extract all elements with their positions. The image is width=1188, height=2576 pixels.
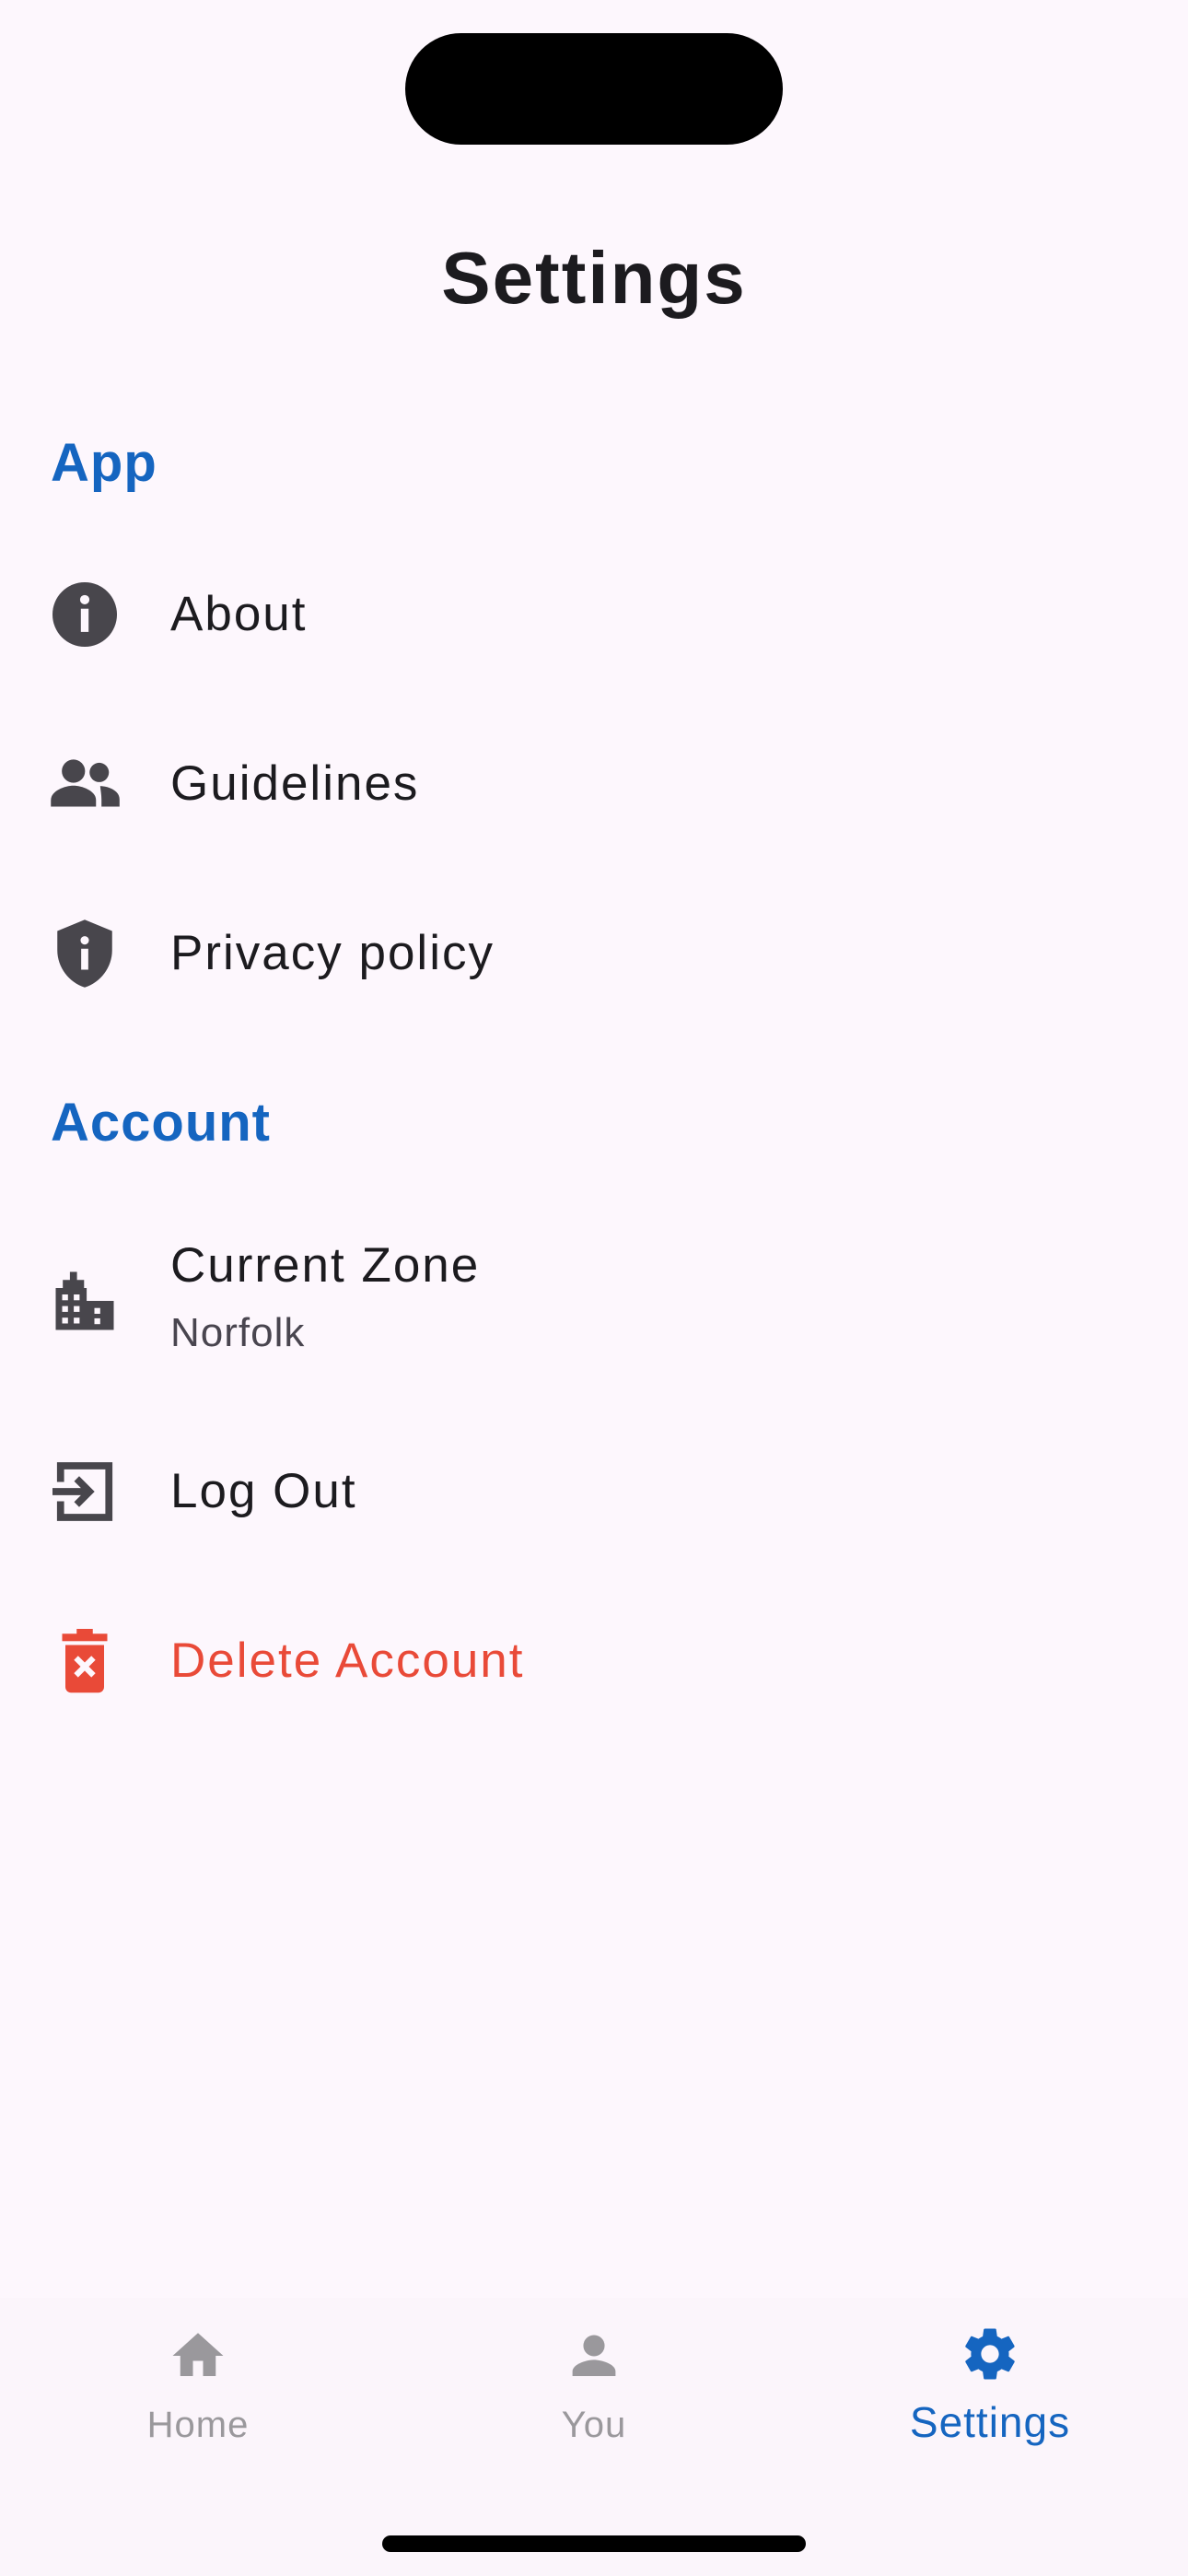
settings-item-delete-account[interactable]: Delete Account (0, 1576, 1188, 1746)
people-icon (46, 745, 123, 823)
dynamic-island (405, 33, 783, 145)
settings-item-label: Log Out (170, 1464, 357, 1518)
page-title: Settings (441, 237, 747, 319)
home-indicator (382, 2535, 806, 2552)
nav-label-settings: Settings (909, 2398, 1071, 2446)
nav-item-you[interactable]: You (396, 2298, 792, 2482)
nav-item-settings[interactable]: Settings (792, 2298, 1188, 2482)
person-icon (564, 2325, 624, 2386)
settings-item-label: About (170, 587, 308, 641)
home-icon (168, 2325, 228, 2386)
nav-item-home[interactable]: Home (0, 2298, 396, 2482)
section-header-app: App (51, 433, 157, 493)
settings-item-label: Delete Account (170, 1633, 525, 1688)
settings-item-current-zone[interactable]: Current Zone Norfolk (0, 1216, 1188, 1386)
settings-item-guidelines[interactable]: Guidelines (0, 699, 1188, 869)
gear-icon (960, 2324, 1020, 2384)
settings-item-label: Privacy policy (170, 926, 495, 980)
trash-x-icon (46, 1622, 123, 1700)
settings-item-log-out[interactable]: Log Out (0, 1407, 1188, 1576)
nav-label-home: Home (146, 2405, 250, 2445)
settings-item-label: Current Zone (170, 1238, 481, 1293)
nav-label-you: You (561, 2405, 627, 2445)
settings-item-privacy-policy[interactable]: Privacy policy (0, 869, 1188, 1038)
bottom-navigation: Home You Settings (0, 2298, 1188, 2576)
shield-info-icon (46, 915, 123, 992)
settings-item-label: Guidelines (170, 756, 420, 811)
current-zone-value: Norfolk (170, 1310, 306, 1355)
city-icon (46, 1262, 123, 1340)
settings-item-about[interactable]: About (0, 530, 1188, 699)
section-header-account: Account (51, 1093, 271, 1153)
info-icon (46, 576, 123, 653)
logout-icon (46, 1453, 123, 1530)
